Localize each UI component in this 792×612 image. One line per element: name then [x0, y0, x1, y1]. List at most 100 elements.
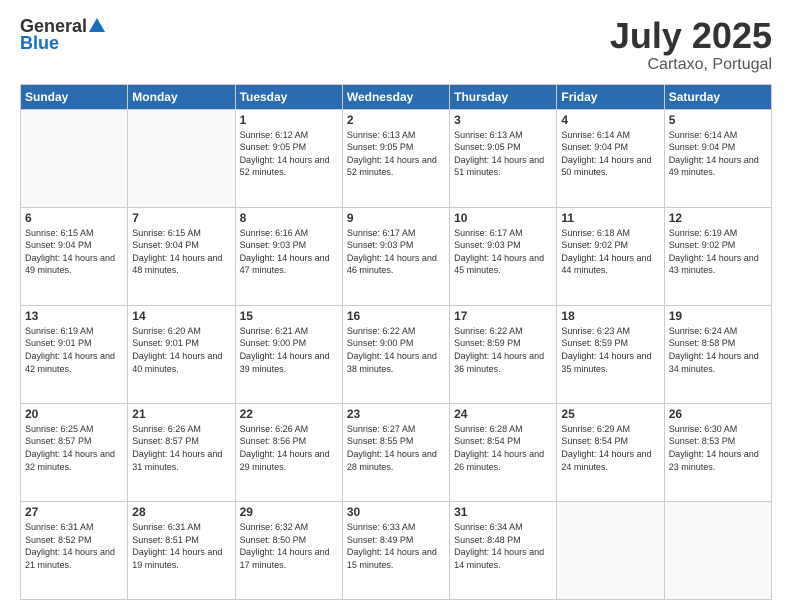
header: General Blue July 2025 Cartaxo, Portugal [20, 16, 772, 74]
calendar-day-cell: 28 Sunrise: 6:31 AMSunset: 8:51 PMDayligh… [128, 501, 235, 599]
calendar-day-cell: 18Sunrise: 6:23 AMSunset: 8:59 PMDayligh… [557, 305, 664, 403]
calendar-day-cell: 11Sunrise: 6:18 AMSunset: 9:02 PMDayligh… [557, 207, 664, 305]
calendar-day-header: Monday [128, 84, 235, 109]
calendar-table: SundayMondayTuesdayWednesdayThursdayFrid… [20, 84, 772, 600]
day-number: 4 [561, 113, 659, 127]
day-info: Sunrise: 6:33 AMSunset: 8:49 PMDaylight:… [347, 521, 445, 571]
day-number: 26 [669, 407, 767, 421]
day-number: 14 [132, 309, 230, 323]
calendar-day-cell: 12 Sunrise: 6:19 AMSunset: 9:02 PMDayligh… [664, 207, 771, 305]
day-number: 13 [25, 309, 123, 323]
day-number: 31 [454, 505, 552, 519]
logo-blue-text: Blue [20, 33, 59, 54]
calendar-day-cell: 23Sunrise: 6:27 AMSunset: 8:55 PMDayligh… [342, 403, 449, 501]
calendar-day-header: Thursday [450, 84, 557, 109]
calendar-day-cell [664, 501, 771, 599]
calendar-day-cell: 25 Sunrise: 6:29 AMSunset: 8:54 PMDayligh… [557, 403, 664, 501]
day-number: 9 [347, 211, 445, 225]
calendar-day-cell: 8 Sunrise: 6:16 AMSunset: 9:03 PMDaylight… [235, 207, 342, 305]
day-number: 21 [132, 407, 230, 421]
day-number: 2 [347, 113, 445, 127]
day-info: Sunrise: 6:29 AMSunset: 8:54 PMDaylight:… [561, 423, 659, 473]
day-info: Sunrise: 6:30 AMSunset: 8:53 PMDaylight:… [669, 423, 767, 473]
calendar-day-cell: 7 Sunrise: 6:15 AMSunset: 9:04 PMDaylight… [128, 207, 235, 305]
calendar-day-cell: 30Sunrise: 6:33 AMSunset: 8:49 PMDayligh… [342, 501, 449, 599]
calendar-day-cell: 3Sunrise: 6:13 AMSunset: 9:05 PMDaylight… [450, 109, 557, 207]
calendar-day-header: Saturday [664, 84, 771, 109]
day-info: Sunrise: 6:20 AMSunset: 9:01 PMDaylight:… [132, 325, 230, 375]
calendar-day-cell: 13Sunrise: 6:19 AMSunset: 9:01 PMDayligh… [21, 305, 128, 403]
day-number: 18 [561, 309, 659, 323]
day-info: Sunrise: 6:31 AMSunset: 8:51 PMDaylight:… [132, 521, 230, 571]
day-info: Sunrise: 6:32 AMSunset: 8:50 PMDaylight:… [240, 521, 338, 571]
calendar-day-cell: 20 Sunrise: 6:25 AMSunset: 8:57 PMDayligh… [21, 403, 128, 501]
calendar-day-cell: 10 Sunrise: 6:17 AMSunset: 9:03 PMDayligh… [450, 207, 557, 305]
calendar-day-cell: 21 Sunrise: 6:26 AMSunset: 8:57 PMDayligh… [128, 403, 235, 501]
day-info: Sunrise: 6:26 AMSunset: 8:57 PMDaylight:… [132, 423, 230, 473]
calendar-header-row: SundayMondayTuesdayWednesdayThursdayFrid… [21, 84, 772, 109]
day-number: 23 [347, 407, 445, 421]
day-info: Sunrise: 6:17 AMSunset: 9:03 PMDaylight:… [454, 227, 552, 277]
calendar-day-cell: 9Sunrise: 6:17 AMSunset: 9:03 PMDaylight… [342, 207, 449, 305]
day-number: 28 [132, 505, 230, 519]
calendar-day-cell: 15 Sunrise: 6:21 AMSunset: 9:00 PMDayligh… [235, 305, 342, 403]
day-info: Sunrise: 6:25 AMSunset: 8:57 PMDaylight:… [25, 423, 123, 473]
calendar-day-header: Tuesday [235, 84, 342, 109]
day-number: 20 [25, 407, 123, 421]
day-info: Sunrise: 6:21 AMSunset: 9:00 PMDaylight:… [240, 325, 338, 375]
day-number: 11 [561, 211, 659, 225]
day-number: 7 [132, 211, 230, 225]
day-info: Sunrise: 6:19 AMSunset: 9:02 PMDaylight:… [669, 227, 767, 277]
calendar-week-row: 20 Sunrise: 6:25 AMSunset: 8:57 PMDayligh… [21, 403, 772, 501]
day-number: 24 [454, 407, 552, 421]
calendar-day-cell: 27 Sunrise: 6:31 AMSunset: 8:52 PMDayligh… [21, 501, 128, 599]
day-info: Sunrise: 6:13 AMSunset: 9:05 PMDaylight:… [454, 129, 552, 179]
calendar-week-row: 6 Sunrise: 6:15 AMSunset: 9:04 PMDaylight… [21, 207, 772, 305]
day-info: Sunrise: 6:31 AMSunset: 8:52 PMDaylight:… [25, 521, 123, 571]
calendar-day-header: Sunday [21, 84, 128, 109]
day-number: 5 [669, 113, 767, 127]
day-number: 6 [25, 211, 123, 225]
calendar-week-row: 27 Sunrise: 6:31 AMSunset: 8:52 PMDayligh… [21, 501, 772, 599]
calendar-day-cell: 22 Sunrise: 6:26 AMSunset: 8:56 PMDayligh… [235, 403, 342, 501]
day-number: 25 [561, 407, 659, 421]
calendar-day-cell: 31 Sunrise: 6:34 AMSunset: 8:48 PMDayligh… [450, 501, 557, 599]
logo-triangle-icon [89, 18, 105, 32]
calendar-location: Cartaxo, Portugal [610, 56, 772, 74]
calendar-title: July 2025 [610, 16, 772, 56]
day-info: Sunrise: 6:22 AMSunset: 8:59 PMDaylight:… [454, 325, 552, 375]
day-number: 8 [240, 211, 338, 225]
calendar-day-cell: 6Sunrise: 6:15 AMSunset: 9:04 PMDaylight… [21, 207, 128, 305]
day-info: Sunrise: 6:28 AMSunset: 8:54 PMDaylight:… [454, 423, 552, 473]
day-number: 12 [669, 211, 767, 225]
calendar-day-cell: 2 Sunrise: 6:13 AMSunset: 9:05 PMDaylight… [342, 109, 449, 207]
calendar-day-cell [557, 501, 664, 599]
day-number: 19 [669, 309, 767, 323]
calendar-day-header: Wednesday [342, 84, 449, 109]
day-number: 15 [240, 309, 338, 323]
day-info: Sunrise: 6:15 AMSunset: 9:04 PMDaylight:… [132, 227, 230, 277]
day-info: Sunrise: 6:24 AMSunset: 8:58 PMDaylight:… [669, 325, 767, 375]
day-info: Sunrise: 6:34 AMSunset: 8:48 PMDaylight:… [454, 521, 552, 571]
calendar-day-cell [128, 109, 235, 207]
day-number: 16 [347, 309, 445, 323]
title-block: July 2025 Cartaxo, Portugal [610, 16, 772, 74]
day-number: 10 [454, 211, 552, 225]
day-info: Sunrise: 6:26 AMSunset: 8:56 PMDaylight:… [240, 423, 338, 473]
calendar-day-cell: 29Sunrise: 6:32 AMSunset: 8:50 PMDayligh… [235, 501, 342, 599]
calendar-day-cell: 4 Sunrise: 6:14 AMSunset: 9:04 PMDaylight… [557, 109, 664, 207]
day-number: 22 [240, 407, 338, 421]
calendar-day-cell: 24 Sunrise: 6:28 AMSunset: 8:54 PMDayligh… [450, 403, 557, 501]
calendar-day-header: Friday [557, 84, 664, 109]
day-info: Sunrise: 6:14 AMSunset: 9:04 PMDaylight:… [561, 129, 659, 179]
calendar-day-cell: 1Sunrise: 6:12 AMSunset: 9:05 PMDaylight… [235, 109, 342, 207]
calendar-day-cell: 5Sunrise: 6:14 AMSunset: 9:04 PMDaylight… [664, 109, 771, 207]
calendar-day-cell: 14 Sunrise: 6:20 AMSunset: 9:01 PMDayligh… [128, 305, 235, 403]
day-info: Sunrise: 6:13 AMSunset: 9:05 PMDaylight:… [347, 129, 445, 179]
calendar-week-row: 13Sunrise: 6:19 AMSunset: 9:01 PMDayligh… [21, 305, 772, 403]
logo: General Blue [20, 16, 105, 54]
day-info: Sunrise: 6:22 AMSunset: 9:00 PMDaylight:… [347, 325, 445, 375]
calendar-day-cell: 19 Sunrise: 6:24 AMSunset: 8:58 PMDayligh… [664, 305, 771, 403]
day-info: Sunrise: 6:16 AMSunset: 9:03 PMDaylight:… [240, 227, 338, 277]
day-number: 27 [25, 505, 123, 519]
